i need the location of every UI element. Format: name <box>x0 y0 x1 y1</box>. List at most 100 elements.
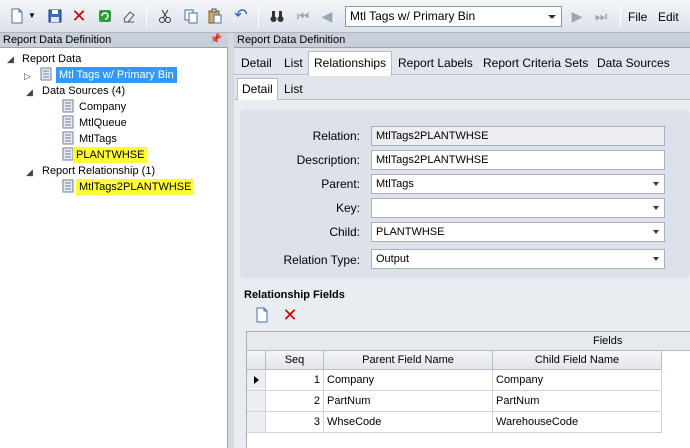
tab-report-labels[interactable]: Report Labels <box>398 56 473 70</box>
binoculars-icon[interactable] <box>268 7 286 25</box>
child-select[interactable]: PLANTWHSE <box>371 222 665 242</box>
report-icon <box>40 67 52 81</box>
row-selector[interactable] <box>247 370 266 391</box>
tab-report-criteria-sets[interactable]: Report Criteria Sets <box>483 56 588 70</box>
relationship-fields-title: Relationship Fields <box>244 289 345 301</box>
toolbar-separator <box>620 5 621 27</box>
left-pane-header: Report Data Definition 📌 <box>0 33 228 48</box>
sub-tabs: Detail List <box>234 76 690 100</box>
subtab-detail[interactable]: Detail <box>237 78 278 100</box>
delete-field-button[interactable]: ✕ <box>278 304 302 326</box>
menu-file[interactable]: File <box>628 10 647 24</box>
table-cell-seq[interactable]: 2 <box>266 391 324 412</box>
previous-record-icon[interactable]: ◀ <box>318 7 336 25</box>
report-selector-combo[interactable]: Mtl Tags w/ Primary Bin <box>345 6 562 27</box>
tree-node-source-mtlqueue[interactable]: MtlQueue <box>79 115 127 131</box>
relationship-fields-grid: Fields Seq Parent Field Name Child Field… <box>246 331 690 448</box>
right-pane: Detail List Relationships Report Labels … <box>234 48 690 448</box>
tree-node-source-plantwhse[interactable]: PLANTWHSE <box>73 147 148 163</box>
child-label: Child: <box>329 225 360 239</box>
row-selector[interactable] <box>247 412 266 433</box>
table-cell-seq[interactable]: 3 <box>266 412 324 433</box>
collapse-icon[interactable]: ◢ <box>7 54 14 65</box>
first-record-icon[interactable]: ⏮ <box>294 7 312 25</box>
tab-list[interactable]: List <box>284 56 303 70</box>
data-source-icon <box>62 115 74 129</box>
tree-node-report[interactable]: Mtl Tags w/ Primary Bin <box>56 67 177 83</box>
copy-icon[interactable] <box>182 7 200 25</box>
parent-label: Parent: <box>321 177 360 191</box>
data-source-icon <box>62 131 74 145</box>
right-pane-header: Report Data Definition <box>234 33 690 48</box>
tree-node-report-relationships[interactable]: Report Relationship (1) <box>42 163 155 179</box>
table-cell-child[interactable]: Company <box>493 370 662 391</box>
key-select[interactable] <box>371 198 665 218</box>
parent-select[interactable]: MtlTags <box>371 174 665 194</box>
child-select-value: PLANTWHSE <box>376 226 445 238</box>
chevron-down-icon <box>653 182 659 186</box>
eraser-icon[interactable] <box>120 7 138 25</box>
relation-label: Relation: <box>312 129 360 143</box>
column-header-parent-field[interactable]: Parent Field Name <box>324 351 493 370</box>
description-label: Description: <box>296 153 360 167</box>
tree-node-source-mtltags[interactable]: MtlTags <box>79 131 117 147</box>
relationship-form: Relation: MtlTags2PLANTWHSE Description:… <box>240 110 690 278</box>
tree-node-relationship-item[interactable]: MtlTags2PLANTWHSE <box>76 179 195 195</box>
row-selector-header <box>247 351 266 370</box>
relation-field[interactable]: MtlTags2PLANTWHSE <box>371 126 665 146</box>
refresh-icon[interactable] <box>96 7 114 25</box>
data-source-icon <box>62 99 74 113</box>
row-selector[interactable] <box>247 391 266 412</box>
column-header-child-field[interactable]: Child Field Name <box>493 351 662 370</box>
grid-group-header: Fields <box>247 332 690 351</box>
table-cell-child[interactable]: PartNum <box>493 391 662 412</box>
table-cell-parent[interactable]: WhseCode <box>324 412 493 433</box>
main-tabs: Detail List Relationships Report Labels … <box>234 48 690 76</box>
main-toolbar: ▼ ✕ ↶ ⏮ ◀ Mtl Tags w/ Primary Bin ▶ ⏭ Fi… <box>0 0 690 33</box>
table-cell-seq[interactable]: 1 <box>266 370 324 391</box>
subtab-list[interactable]: List <box>284 82 303 96</box>
description-field[interactable]: MtlTags2PLANTWHSE <box>371 150 665 170</box>
tree-node-source-company[interactable]: Company <box>79 99 126 115</box>
cut-icon[interactable] <box>156 7 174 25</box>
relation-type-label: Relation Type: <box>283 253 361 267</box>
last-record-icon[interactable]: ⏭ <box>592 7 610 25</box>
key-label: Key: <box>335 201 360 215</box>
delete-icon: ✕ <box>282 304 298 325</box>
chevron-down-icon <box>653 257 659 261</box>
collapse-icon[interactable]: ◢ <box>26 167 33 178</box>
tree-node-report-data[interactable]: Report Data <box>22 51 81 67</box>
tree-node-data-sources[interactable]: Data Sources (4) <box>42 83 125 99</box>
collapse-icon[interactable]: ◢ <box>26 87 33 98</box>
table-cell-parent[interactable]: PartNum <box>324 391 493 412</box>
toolbar-separator <box>146 5 147 27</box>
menu-edit[interactable]: Edit <box>658 10 679 24</box>
relationship-icon <box>62 179 74 193</box>
tab-relationships[interactable]: Relationships <box>308 51 393 76</box>
right-pane-title: Report Data Definition <box>237 34 346 46</box>
report-data-tree: ◢ Report Data ▷ Mtl Tags w/ Primary Bin … <box>0 48 228 448</box>
tab-detail[interactable]: Detail <box>241 56 272 70</box>
grid-group-header-label: Fields <box>593 335 623 347</box>
expand-icon[interactable]: ▷ <box>24 71 31 82</box>
table-cell-child[interactable]: WarehouseCode <box>493 412 662 433</box>
relation-type-select[interactable]: Output <box>371 249 665 269</box>
add-field-button[interactable] <box>250 304 274 326</box>
table-cell-parent[interactable]: Company <box>324 370 493 391</box>
paste-icon[interactable] <box>206 7 224 25</box>
new-icon[interactable] <box>8 7 26 25</box>
left-pane-title: Report Data Definition <box>3 34 112 46</box>
current-row-indicator-icon <box>254 376 259 384</box>
toolbar-separator <box>258 5 259 27</box>
undo-icon[interactable]: ↶ <box>232 7 250 25</box>
chevron-down-icon <box>653 206 659 210</box>
pin-icon[interactable]: 📌 <box>210 33 222 47</box>
tab-data-sources[interactable]: Data Sources <box>597 56 670 70</box>
new-dropdown-chevron-icon[interactable]: ▼ <box>27 7 37 25</box>
chevron-down-icon <box>653 230 659 234</box>
column-header-seq[interactable]: Seq <box>266 351 324 370</box>
report-selector-value: Mtl Tags w/ Primary Bin <box>350 9 476 23</box>
save-icon[interactable] <box>46 7 64 25</box>
next-record-icon[interactable]: ▶ <box>568 7 586 25</box>
delete-icon[interactable]: ✕ <box>70 7 88 25</box>
